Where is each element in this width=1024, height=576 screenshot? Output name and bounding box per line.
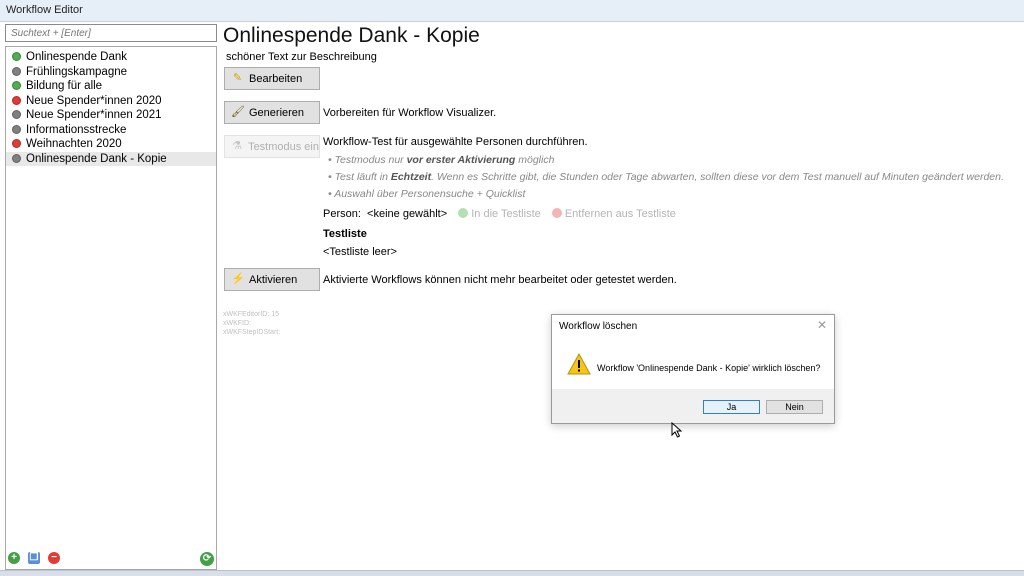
status-bar (0, 570, 1024, 576)
status-dot-icon (12, 124, 21, 134)
testlist-empty: <Testliste leer> (323, 246, 397, 258)
status-dot-icon (12, 153, 21, 163)
generate-button[interactable]: 🖌 Generieren (224, 101, 320, 124)
list-item[interactable]: Onlinespende Dank (6, 50, 216, 65)
workflow-list: Onlinespende Dank Frühlingskampagne Bild… (5, 46, 217, 570)
copy-icon[interactable]: ❐ (28, 552, 40, 564)
activate-description: Aktivierte Workflows können nicht mehr b… (323, 274, 677, 286)
testlist-heading: Testliste (323, 228, 367, 240)
lightning-icon: ⚡ (231, 273, 245, 285)
status-dot-icon (12, 52, 21, 61)
add-icon[interactable]: + (8, 552, 20, 564)
sidebar: Onlinespende Dank Frühlingskampagne Bild… (5, 24, 217, 570)
status-dot-icon (12, 66, 21, 76)
list-item[interactable]: Neue Spender*innen 2020 (6, 94, 216, 109)
yes-button[interactable]: Ja (703, 400, 760, 414)
window-titlebar: Workflow Editor (0, 0, 1024, 22)
status-dot-icon (12, 139, 21, 148)
bullet-item: • Auswahl über Personensuche + Quicklist (328, 188, 526, 200)
delete-icon[interactable]: − (48, 552, 60, 564)
list-item[interactable]: Weihnachten 2020 (6, 137, 216, 152)
testmode-button[interactable]: ⚗ Testmodus ein (224, 135, 320, 158)
dialog-footer: Ja Nein (552, 389, 834, 423)
flask-icon: ⚗ (232, 140, 242, 152)
dialog-message: Workflow 'Onlinespende Dank - Kopie' wir… (597, 363, 821, 373)
remove-icon (551, 208, 562, 218)
mouse-cursor-icon (671, 422, 683, 438)
bullet-item: • Test läuft in Echtzeit. Wenn es Schrit… (328, 171, 1004, 183)
list-item[interactable]: Bildung für alle (6, 79, 216, 94)
meta-wkf-id: xWKFID: (223, 320, 251, 327)
test-description: Workflow-Test für ausgewählte Personen d… (323, 136, 588, 148)
list-item[interactable]: Frühlingskampagne (6, 65, 216, 80)
sidebar-toolbar: + ❐ − ⟳ (6, 552, 216, 568)
meta-editor-id: xWKFEditorID: 15 (223, 311, 280, 318)
list-item[interactable]: Informationsstrecke (6, 123, 216, 138)
warning-icon (567, 353, 591, 375)
status-dot-icon (12, 95, 21, 105)
brush-icon: 🖌 (231, 106, 245, 118)
main-panel: Onlinespende Dank - Kopie schöner Text z… (222, 22, 1022, 562)
pencil-icon: ✎ (232, 72, 243, 84)
activate-button[interactable]: ⚡ Aktivieren (224, 268, 320, 291)
meta-step-id: xWKFStepIDStart: (223, 329, 281, 336)
status-dot-icon (12, 110, 21, 119)
refresh-icon[interactable]: ⟳ (200, 552, 214, 566)
person-value[interactable]: <keine gewählt> (367, 208, 447, 220)
edit-button[interactable]: ✎ Bearbeiten (224, 67, 320, 90)
status-dot-icon (12, 81, 21, 90)
remove-from-testlist-link[interactable]: Entfernen aus Testliste (565, 208, 676, 220)
generate-description: Vorbereiten für Workflow Visualizer. (323, 107, 497, 119)
dialog-title: Workflow löschen (559, 321, 638, 332)
person-row: Person: <keine gewählt> In die Testliste… (323, 208, 676, 220)
add-to-testlist-link[interactable]: In die Testliste (471, 208, 541, 220)
list-item-selected[interactable]: Onlinespende Dank - Kopie (6, 151, 216, 166)
close-icon[interactable]: ✕ (817, 318, 827, 332)
page-description: schöner Text zur Beschreibung (226, 51, 377, 63)
window-title: Workflow Editor (6, 4, 83, 16)
bullet-item: • Testmodus nur vor erster Aktivierung m… (328, 154, 555, 166)
no-button[interactable]: Nein (766, 400, 823, 414)
search-input[interactable] (5, 24, 217, 42)
delete-confirm-dialog: Workflow löschen ✕ Workflow 'Onlinespend… (551, 314, 835, 424)
page-title: Onlinespende Dank - Kopie (223, 24, 480, 47)
add-icon (458, 208, 469, 218)
list-item[interactable]: Neue Spender*innen 2021 (6, 108, 216, 123)
